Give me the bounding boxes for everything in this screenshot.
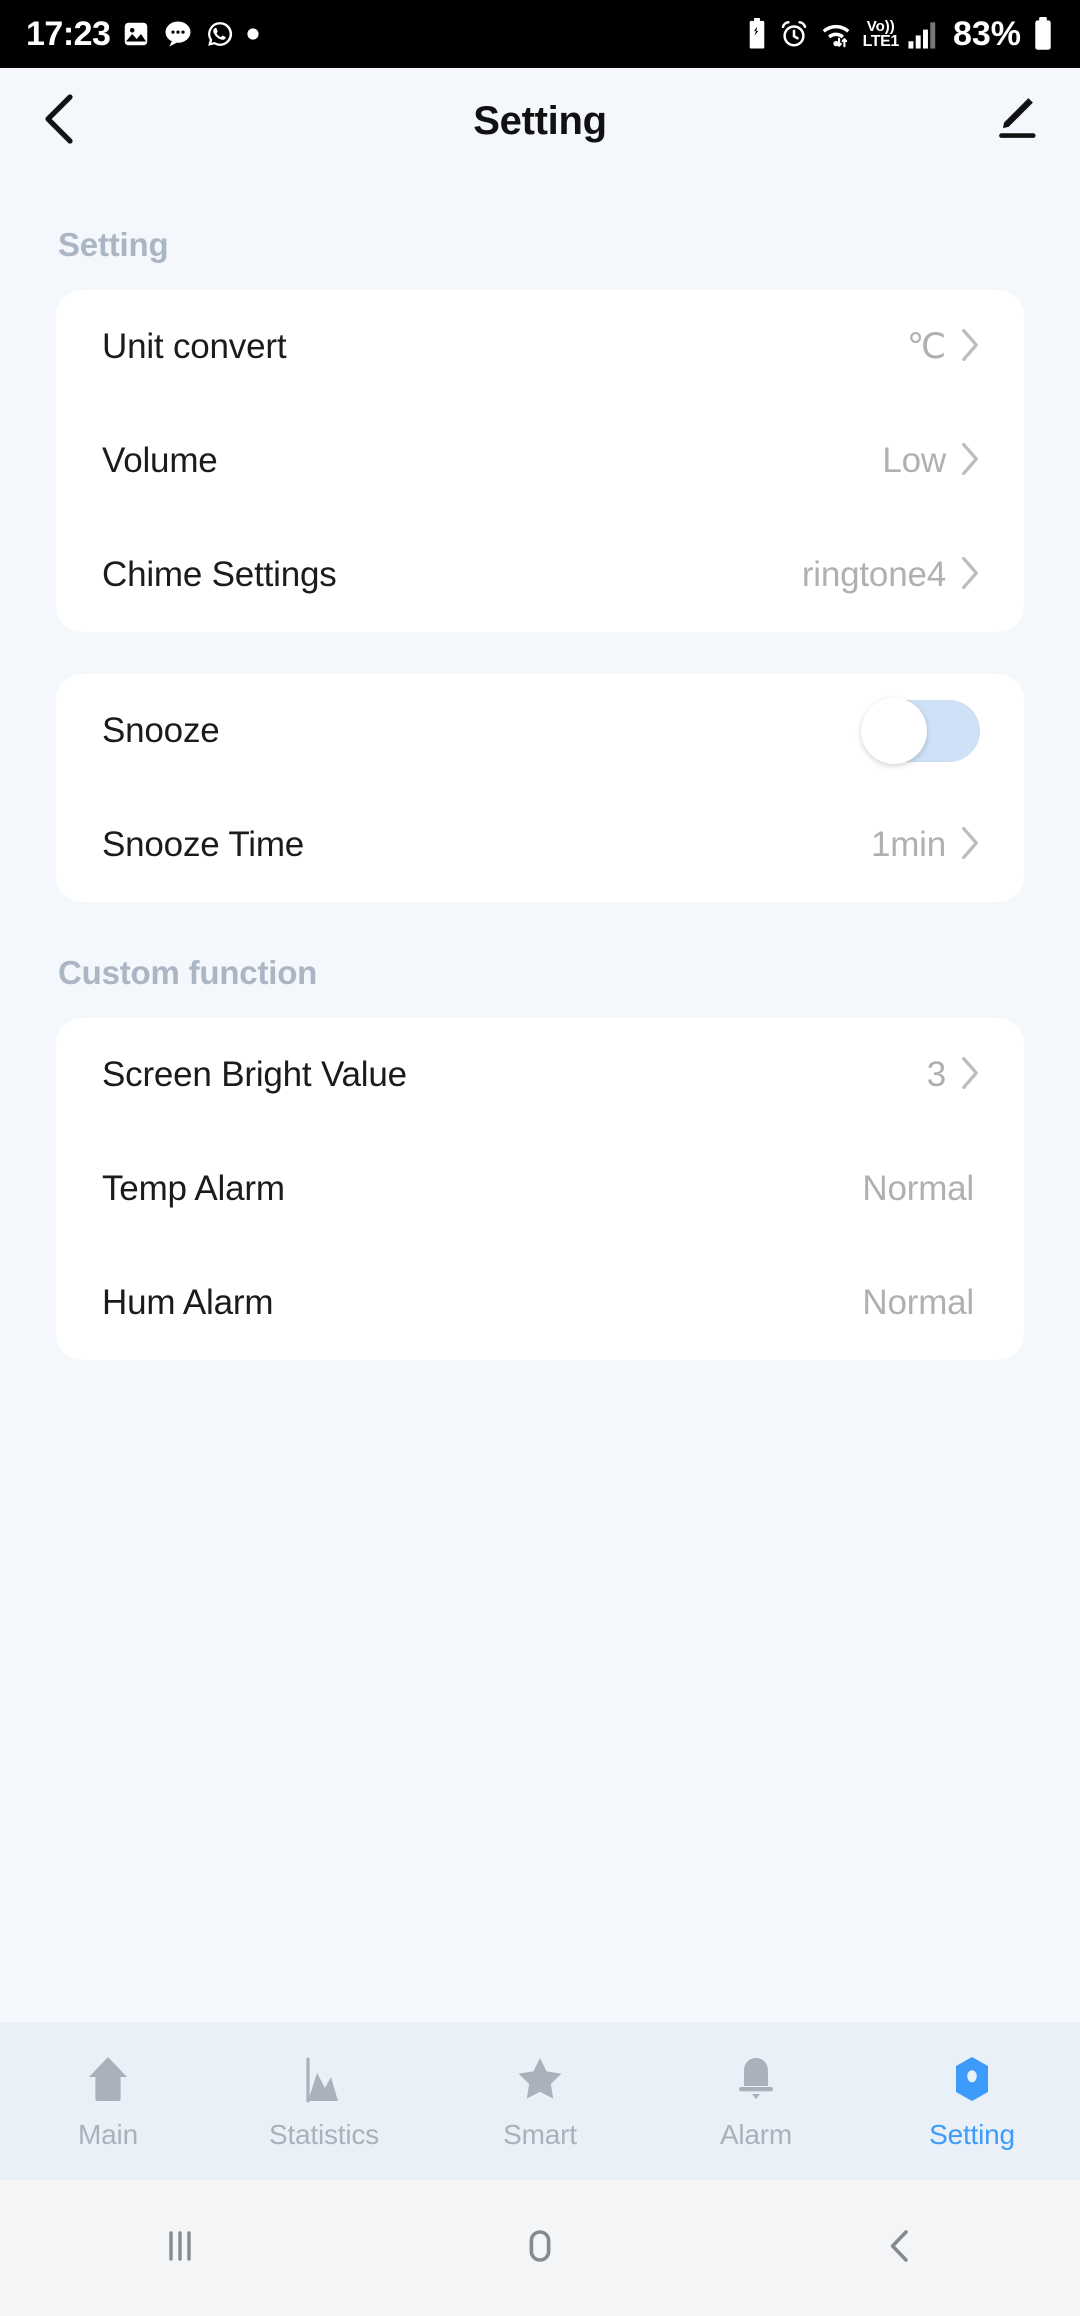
tab-label: Statistics: [268, 2119, 380, 2150]
chevron-right-icon: [960, 441, 980, 482]
recents-icon: [155, 2221, 205, 2276]
row-value: Normal: [862, 1283, 974, 1322]
pencil-icon: [986, 92, 1040, 151]
home-squircle-icon: [515, 2221, 565, 2276]
messages-icon: [162, 19, 194, 49]
row-right: [861, 698, 980, 764]
chevron-right-icon: [960, 825, 980, 866]
android-nav-bar: [0, 2180, 1080, 2316]
bottom-tab-bar: Main Statistics Smart Alarm Setting: [0, 2022, 1080, 2180]
home-icon: [82, 2051, 134, 2105]
row-label: Hum Alarm: [102, 1283, 274, 1322]
row-value: ringtone4: [801, 555, 946, 594]
chevron-right-icon: [960, 327, 980, 368]
row-value: 3: [926, 1055, 946, 1094]
status-bar-clock: 17:23: [26, 14, 111, 53]
status-bar-right: Vo)) LTE1 83%: [744, 15, 1056, 54]
wifi-icon: [818, 18, 854, 50]
settings-content: Setting Unit convert ℃ Volume Low Chime …: [0, 174, 1080, 1360]
home-button[interactable]: [360, 2221, 720, 2276]
settings-card-general: Unit convert ℃ Volume Low Chime Settings…: [56, 290, 1024, 632]
row-value: Low: [882, 441, 946, 480]
star-icon: [514, 2051, 566, 2105]
row-value: 1min: [870, 825, 946, 864]
back-chevron-icon: [875, 2221, 925, 2276]
section-header-setting: Setting: [58, 226, 169, 263]
volte-indicator: Vo)) LTE1: [862, 17, 900, 50]
chart-icon: [298, 2051, 350, 2105]
chevron-right-icon: [960, 1055, 980, 1096]
row-snooze[interactable]: Snooze: [56, 674, 1024, 788]
dot-icon: [246, 27, 260, 41]
row-right: 1min: [871, 825, 980, 866]
hexagon-gear-icon: [946, 2051, 998, 2105]
alarm-icon: [779, 19, 809, 49]
tab-smart[interactable]: Smart: [432, 2051, 648, 2151]
battery-percent: 83%: [952, 14, 1021, 53]
row-right: ringtone4: [802, 555, 980, 596]
row-right: ℃: [907, 327, 980, 368]
row-screen-bright-value[interactable]: Screen Bright Value 3: [56, 1018, 1024, 1132]
row-chime-settings[interactable]: Chime Settings ringtone4: [56, 518, 1024, 632]
tab-label: Alarm: [719, 2119, 793, 2150]
chevron-right-icon: [960, 555, 980, 596]
phone-screen: 17:23 Vo)) LTE1 83% Setting Setting Unit…: [0, 0, 1080, 2316]
tab-statistics[interactable]: Statistics: [216, 2051, 432, 2151]
row-label: Snooze: [102, 711, 220, 750]
volte-line2: LTE1: [862, 32, 900, 50]
tab-label: Setting: [929, 2119, 1015, 2150]
battery-saver-icon: [744, 18, 770, 50]
row-right: Low: [882, 441, 980, 482]
battery-icon: [1030, 17, 1056, 51]
tab-label: Smart: [503, 2119, 577, 2150]
app-header: Setting: [0, 68, 1080, 174]
row-unit-convert[interactable]: Unit convert ℃: [56, 290, 1024, 404]
bell-icon: [730, 2051, 782, 2105]
snooze-toggle[interactable]: [861, 698, 980, 764]
whatsapp-icon: [205, 19, 235, 49]
row-right: Normal: [862, 1283, 980, 1323]
tab-main[interactable]: Main: [0, 2051, 216, 2151]
volte-line1: Vo)): [866, 17, 895, 35]
edit-button[interactable]: [980, 91, 1040, 151]
signal-bars-icon: [906, 18, 940, 50]
tab-alarm[interactable]: Alarm: [648, 2051, 864, 2151]
row-label: Snooze Time: [102, 825, 305, 864]
row-value: ℃: [906, 327, 946, 366]
row-label: Volume: [102, 441, 218, 480]
row-right: Normal: [862, 1169, 980, 1209]
row-label: Chime Settings: [102, 555, 337, 594]
page-title: Setting: [473, 98, 607, 143]
gallery-icon: [121, 19, 151, 49]
row-label: Temp Alarm: [102, 1169, 285, 1208]
settings-card-custom: Screen Bright Value 3 Temp Alarm Normal …: [56, 1018, 1024, 1360]
status-bar-left: 17:23: [26, 15, 260, 54]
tab-label: Main: [78, 2119, 138, 2150]
row-hum-alarm[interactable]: Hum Alarm Normal: [56, 1246, 1024, 1360]
row-label: Screen Bright Value: [102, 1055, 407, 1094]
row-right: 3: [927, 1055, 980, 1096]
settings-card-snooze: Snooze Snooze Time 1min: [56, 674, 1024, 902]
row-volume[interactable]: Volume Low: [56, 404, 1024, 518]
toggle-knob: [861, 698, 927, 764]
row-label: Unit convert: [102, 327, 287, 366]
row-snooze-time[interactable]: Snooze Time 1min: [56, 788, 1024, 902]
recents-button[interactable]: [0, 2221, 360, 2276]
status-bar: 17:23 Vo)) LTE1 83%: [0, 0, 1080, 68]
row-temp-alarm[interactable]: Temp Alarm Normal: [56, 1132, 1024, 1246]
tab-setting[interactable]: Setting: [864, 2051, 1080, 2151]
section-header-custom-function: Custom function: [58, 954, 318, 991]
row-value: Normal: [862, 1169, 974, 1208]
nav-back-button[interactable]: [720, 2221, 1080, 2276]
